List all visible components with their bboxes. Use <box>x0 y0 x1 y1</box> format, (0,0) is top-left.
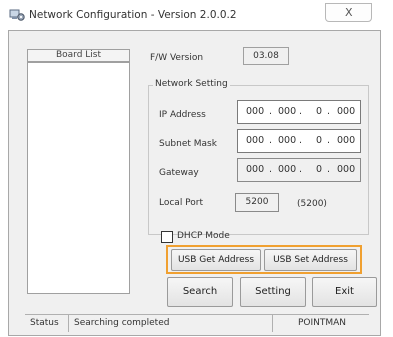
subnet-octet-4: 000 <box>337 135 356 146</box>
local-port-default: (5200) <box>297 199 327 209</box>
title-bar: Network Configuration - Version 2.0.0.2 … <box>0 0 393 30</box>
subnet-octet-2: 000 <box>278 135 297 146</box>
subnet-octet-1: 000 <box>246 135 265 146</box>
setting-button[interactable]: Setting <box>240 277 306 307</box>
gateway-octet-1: 000 <box>246 164 265 175</box>
dhcp-label: DHCP Mode <box>177 231 230 241</box>
gateway-label: Gateway <box>159 168 199 178</box>
dhcp-checkbox[interactable] <box>161 231 173 243</box>
exit-button[interactable]: Exit <box>312 277 377 307</box>
status-bar: Status Searching completed POINTMAN <box>25 314 369 332</box>
ip-octet-3: 0 <box>316 106 323 117</box>
close-icon: X <box>345 6 353 19</box>
ip-address-input[interactable]: 000 . 000 . 0 . 000 <box>237 100 361 124</box>
gateway-input[interactable]: 000 . 000 . 0 . 000 <box>237 158 361 182</box>
network-setting-title: Network Setting <box>153 79 230 89</box>
status-message: Searching completed <box>71 315 273 332</box>
gateway-dot: . <box>327 164 331 175</box>
vendor-label: POINTMAN <box>297 318 347 328</box>
ip-octet-2: 000 <box>278 106 297 117</box>
fw-version-value: 03.08 <box>243 47 289 65</box>
fw-version-label: F/W Version <box>150 53 204 63</box>
board-list[interactable] <box>27 62 130 294</box>
usb-get-address-button[interactable]: USB Get Address <box>171 249 261 271</box>
gateway-octet-4: 000 <box>337 164 356 175</box>
ip-address-label: IP Address <box>159 110 206 120</box>
subnet-dot: . <box>327 135 331 146</box>
dialog-body: Board List F/W Version 03.08 Network Set… <box>8 30 381 336</box>
subnet-dot: . <box>269 135 273 146</box>
ip-octet-1: 000 <box>246 106 265 117</box>
subnet-dot: . <box>299 135 303 146</box>
ip-dot: . <box>269 106 273 117</box>
board-list-header: Board List <box>27 49 130 62</box>
local-port-input[interactable]: 5200 <box>235 193 279 212</box>
gateway-dot: . <box>269 164 273 175</box>
search-button[interactable]: Search <box>167 277 233 307</box>
usb-set-address-button[interactable]: USB Set Address <box>264 249 357 271</box>
local-port-label: Local Port <box>159 198 204 208</box>
gateway-octet-2: 000 <box>278 164 297 175</box>
subnet-mask-label: Subnet Mask <box>159 139 217 149</box>
ip-octet-4: 000 <box>337 106 356 117</box>
subnet-mask-input[interactable]: 000 . 000 . 0 . 000 <box>237 129 361 153</box>
gateway-dot: . <box>299 164 303 175</box>
window-title: Network Configuration - Version 2.0.0.2 <box>29 9 237 21</box>
close-button[interactable]: X <box>325 3 372 22</box>
network-gear-icon <box>9 9 25 21</box>
ip-dot: . <box>299 106 303 117</box>
ip-dot: . <box>327 106 331 117</box>
subnet-octet-3: 0 <box>316 135 323 146</box>
gateway-octet-3: 0 <box>316 164 323 175</box>
status-label: Status <box>25 315 69 332</box>
